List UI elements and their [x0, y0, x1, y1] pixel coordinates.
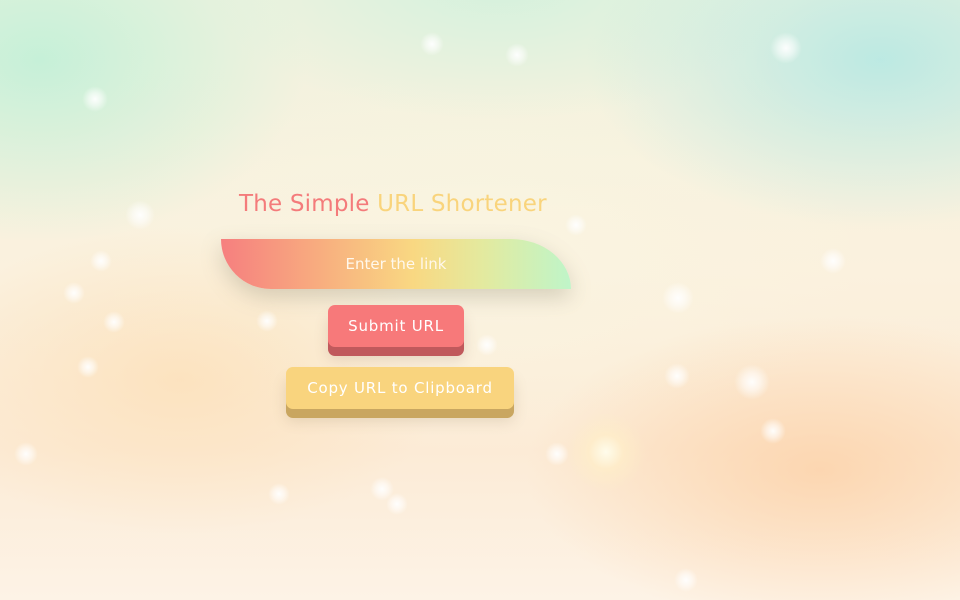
bokeh-light	[760, 418, 786, 444]
bokeh-light	[820, 248, 846, 274]
bokeh-light	[63, 282, 85, 304]
bokeh-light	[256, 310, 278, 332]
glow-light	[566, 412, 646, 492]
bokeh-light	[734, 364, 770, 400]
title-part-accent: URL Shortener	[377, 191, 547, 217]
bokeh-light	[420, 32, 444, 56]
bokeh-light	[370, 477, 394, 501]
bokeh-light	[77, 356, 99, 378]
bokeh-light	[505, 43, 529, 67]
bokeh-light	[103, 311, 125, 333]
bokeh-light	[268, 483, 290, 505]
copy-url-button[interactable]: Copy URL to Clipboard	[286, 367, 514, 409]
bokeh-light	[386, 493, 408, 515]
bokeh-light	[770, 32, 802, 64]
bokeh-light	[14, 442, 38, 466]
title-part-primary: The Simple	[239, 191, 370, 217]
page-title: The Simple URL Shortener	[239, 191, 547, 217]
bokeh-light	[565, 214, 587, 236]
link-input[interactable]	[221, 239, 571, 289]
bokeh-light	[125, 200, 155, 230]
bokeh-light	[90, 250, 112, 272]
submit-url-button[interactable]: Submit URL	[328, 305, 464, 347]
bokeh-light	[674, 568, 698, 592]
bokeh-light	[82, 86, 108, 112]
bokeh-light	[664, 363, 690, 389]
bokeh-light	[476, 334, 498, 356]
bokeh-light	[662, 282, 694, 314]
